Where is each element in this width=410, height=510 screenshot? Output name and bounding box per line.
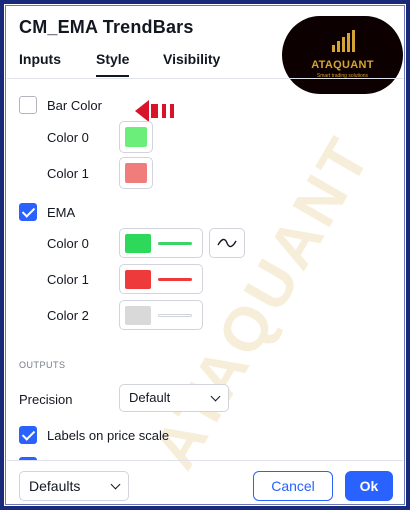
precision-select[interactable]: Default bbox=[119, 384, 229, 412]
labels-on-price-scale-label: Labels on price scale bbox=[47, 428, 170, 443]
bar-color-1-fill bbox=[125, 163, 147, 183]
logo-name: ATAQUANT bbox=[311, 59, 374, 71]
ema-color-1-line bbox=[158, 278, 192, 281]
outputs-section-label: OUTPUTS bbox=[19, 360, 66, 370]
ema-color-0-label: Color 0 bbox=[47, 236, 89, 251]
ema-color-1-swatch bbox=[125, 270, 151, 289]
dialog-title: CM_EMA TrendBars bbox=[19, 17, 194, 37]
defaults-dropdown[interactable]: Defaults bbox=[19, 471, 129, 501]
bar-color-label: Bar Color bbox=[47, 98, 102, 113]
bar-color-0-label: Color 0 bbox=[47, 130, 89, 145]
ataquant-logo: ATAQUANT Smart trading solutions bbox=[282, 16, 403, 94]
precision-label: Precision bbox=[19, 392, 73, 407]
cancel-button[interactable]: Cancel bbox=[253, 471, 333, 501]
ema-color-1-button[interactable] bbox=[119, 264, 203, 294]
footer-divider bbox=[7, 460, 403, 461]
tabs-divider bbox=[7, 78, 403, 79]
bar-color-0-fill bbox=[125, 127, 147, 147]
ema-color-1-label: Color 1 bbox=[47, 272, 89, 287]
chevron-down-icon bbox=[210, 391, 221, 402]
ema-label: EMA bbox=[47, 205, 76, 220]
bar-color-1-label: Color 1 bbox=[47, 166, 89, 181]
ema-color-0-swatch bbox=[125, 234, 151, 253]
red-arrow-icon bbox=[135, 100, 174, 122]
ema-color-0-line bbox=[158, 242, 192, 245]
ema-color-2-swatch bbox=[125, 306, 151, 325]
bar-color-0-swatch[interactable] bbox=[119, 121, 153, 153]
defaults-label: Defaults bbox=[29, 478, 81, 494]
ema-color-2-line bbox=[158, 314, 192, 317]
ema-checkbox[interactable] bbox=[19, 203, 37, 221]
bar-color-checkbox[interactable] bbox=[19, 96, 37, 114]
tab-inputs[interactable]: Inputs bbox=[19, 51, 61, 75]
line-style-icon bbox=[217, 238, 237, 248]
tab-visibility[interactable]: Visibility bbox=[163, 51, 220, 75]
tab-style[interactable]: Style bbox=[96, 51, 130, 77]
ema-color-2-button[interactable] bbox=[119, 300, 203, 330]
line-style-button[interactable] bbox=[209, 228, 245, 258]
indicator-settings-dialog: ATAQUANT CM_EMA TrendBars ATAQUANT Smart… bbox=[7, 7, 403, 503]
labels-on-price-scale-checkbox[interactable] bbox=[19, 426, 37, 444]
ok-button[interactable]: Ok bbox=[345, 471, 393, 501]
bar-color-1-swatch[interactable] bbox=[119, 157, 153, 189]
logo-bars-icon bbox=[332, 30, 356, 52]
ema-color-0-button[interactable] bbox=[119, 228, 203, 258]
ema-color-2-label: Color 2 bbox=[47, 308, 89, 323]
precision-value: Default bbox=[129, 390, 171, 405]
chevron-down-icon bbox=[110, 479, 121, 490]
